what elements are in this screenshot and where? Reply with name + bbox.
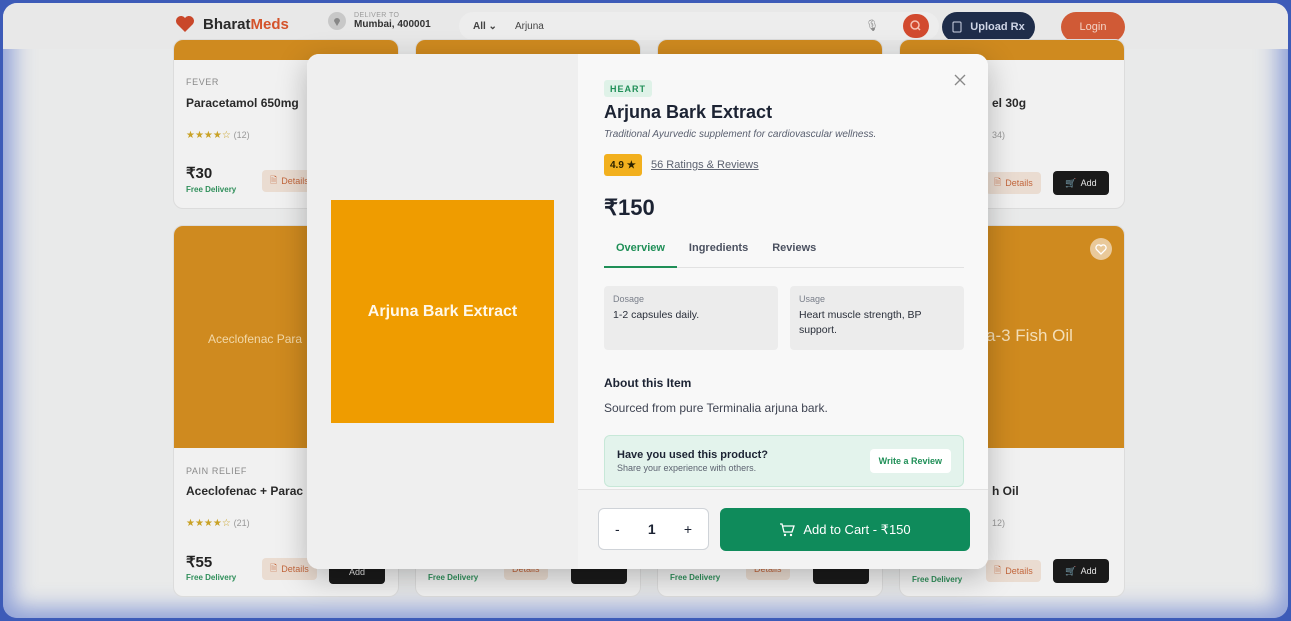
free-delivery-label: Free Delivery	[186, 185, 237, 194]
deliver-label: DELIVER TO	[354, 12, 400, 19]
delivery-location-selector[interactable]: DELIVER TO Mumbai, 400001	[328, 12, 431, 30]
product-name: el 30g	[992, 96, 1027, 110]
tab-reviews[interactable]: Reviews	[760, 242, 828, 268]
upload-rx-button[interactable]: Upload Rx	[942, 12, 1035, 42]
quantity-value: 1	[647, 521, 656, 537]
usage-value: Heart muscle strength, BP support.	[799, 309, 922, 336]
add-to-cart-label: Add to Cart - ₹150	[803, 521, 911, 537]
search-icon	[910, 20, 921, 31]
location-pin-icon	[328, 12, 346, 30]
usage-label: Usage	[799, 294, 826, 304]
product-category: FEVER	[186, 77, 220, 87]
product-detail-modal: Arjuna Bark Extract HEART Arjuna Bark Ex…	[307, 54, 988, 569]
modal-footer: - 1 + Add to Cart - ₹150	[578, 489, 988, 569]
quantity-increase-button[interactable]: +	[684, 521, 692, 537]
rating-badge: 4.9 ★	[604, 154, 642, 176]
details-button[interactable]: 🗎 Details	[986, 172, 1041, 194]
usage-box: Usage Heart muscle strength, BP support.	[790, 286, 964, 350]
document-icon	[952, 21, 962, 33]
dosage-value: 1-2 capsules daily.	[613, 309, 700, 321]
microphone-icon[interactable]: 🎙	[865, 19, 879, 32]
category-tag: HEART	[604, 80, 652, 97]
cart-icon: 🛒	[1065, 177, 1077, 188]
free-delivery-label: Free Delivery	[186, 573, 237, 582]
cart-icon	[780, 522, 796, 536]
search-button[interactable]	[903, 14, 929, 38]
brand-logo[interactable]: BharatMeds	[175, 15, 289, 33]
brand-name-part1: Bharat	[203, 15, 251, 33]
dosage-label: Dosage	[613, 294, 645, 304]
review-prompt-box: Have you used this product? Share your e…	[604, 435, 964, 487]
about-text: Sourced from pure Terminalia arjuna bark…	[604, 401, 828, 415]
favorite-heart-icon[interactable]	[1090, 238, 1112, 260]
tab-overview[interactable]: Overview	[604, 242, 677, 268]
product-title: Arjuna Bark Extract	[604, 102, 773, 122]
product-price: ₹150	[604, 195, 655, 220]
add-to-cart-button[interactable]: Add to Cart - ₹150	[720, 508, 970, 551]
product-name: h Oil	[992, 484, 1019, 498]
about-heading: About this Item	[604, 376, 692, 390]
search-category-dropdown[interactable]: All ⌄	[459, 21, 511, 32]
dosage-box: Dosage 1-2 capsules daily.	[604, 286, 778, 350]
heart-logo-icon	[176, 16, 194, 32]
product-rating: ★★★★☆ (12)	[186, 130, 250, 141]
product-rating-count: 12)	[992, 518, 1006, 528]
review-prompt-title: Have you used this product?	[617, 449, 768, 461]
product-subtitle: Traditional Ayurvedic supplement for car…	[604, 129, 877, 140]
product-rating-count: 34)	[992, 130, 1006, 140]
product-image: Arjuna Bark Extract	[331, 200, 554, 423]
add-button[interactable]: 🛒 Add	[1053, 171, 1109, 195]
close-icon[interactable]	[952, 72, 968, 88]
document-icon: 🗎	[994, 565, 1002, 575]
details-button[interactable]: 🗎 Details	[986, 560, 1041, 582]
product-image-label: a-3 Fish Oil	[986, 326, 1073, 345]
free-delivery-label: Free Delivery	[912, 575, 963, 584]
quantity-decrease-button[interactable]: -	[615, 521, 620, 537]
modal-detail-panel: HEART Arjuna Bark Extract Traditional Ay…	[578, 54, 988, 569]
product-name: Aceclofenac + Parac	[186, 484, 304, 498]
document-icon: 🗎	[270, 563, 278, 573]
document-icon: 🗎	[994, 177, 1002, 187]
search-bar: All ⌄ Arjuna 🎙	[459, 12, 939, 40]
free-delivery-label: Free Delivery	[428, 573, 479, 582]
product-price: ₹30	[186, 165, 213, 182]
product-price: ₹55	[186, 554, 213, 571]
document-icon: 🗎	[270, 175, 278, 185]
detail-tabs: Overview Ingredients Reviews	[604, 242, 964, 268]
add-button[interactable]: 🛒 Add	[1053, 559, 1109, 583]
product-rating: ★★★★☆ (21)	[186, 518, 250, 529]
star-icon: ★	[626, 159, 636, 171]
cart-icon: 🛒	[1065, 565, 1077, 576]
write-review-button[interactable]: Write a Review	[869, 449, 951, 473]
product-category: PAIN RELIEF	[186, 466, 247, 476]
ratings-reviews-link[interactable]: 56 Ratings & Reviews	[651, 159, 759, 171]
brand-name-part2: Meds	[250, 15, 289, 33]
review-prompt-subtitle: Share your experience with others.	[617, 463, 757, 473]
modal-image-panel: Arjuna Bark Extract	[307, 54, 578, 569]
free-delivery-label: Free Delivery	[670, 573, 721, 582]
login-button[interactable]: Login	[1061, 12, 1125, 42]
quantity-stepper: - 1 +	[598, 508, 709, 550]
product-image-label: Arjuna Bark Extract	[367, 302, 518, 320]
deliver-location: Mumbai, 400001	[354, 19, 431, 30]
search-input[interactable]: Arjuna	[515, 21, 544, 32]
tab-ingredients[interactable]: Ingredients	[677, 242, 760, 268]
product-name: Paracetamol 650mg	[186, 96, 299, 110]
